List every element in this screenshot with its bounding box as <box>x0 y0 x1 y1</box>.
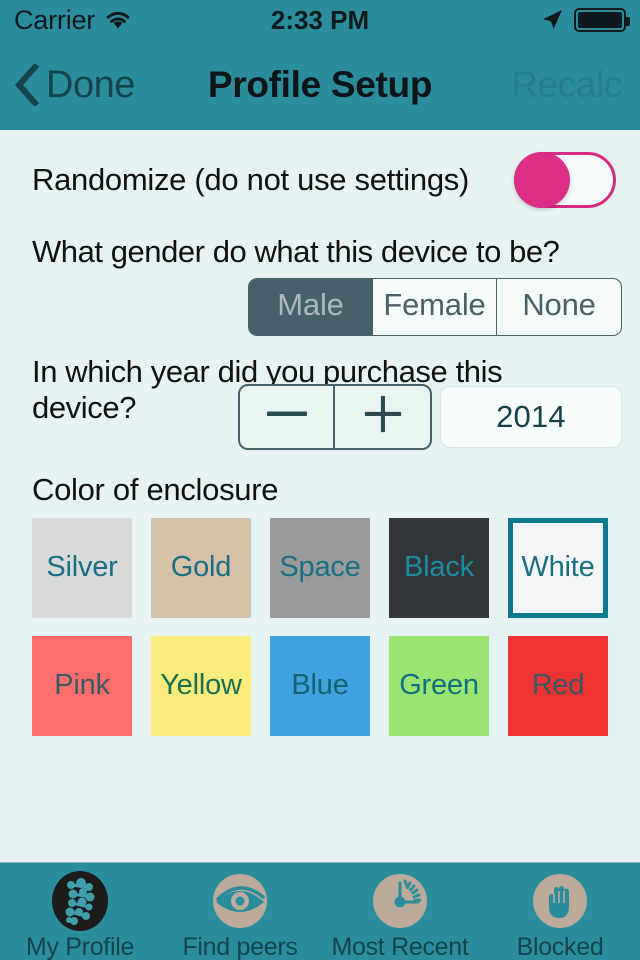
status-bar-left: Carrier <box>14 5 131 36</box>
back-button[interactable]: Done <box>0 62 135 108</box>
tab-label-blocked: Blocked <box>516 933 604 960</box>
randomize-toggle[interactable] <box>514 152 616 208</box>
back-button-label: Done <box>46 63 135 106</box>
hand-stop-icon <box>529 870 591 932</box>
tab-blocked[interactable]: Blocked <box>480 863 640 960</box>
location-arrow-icon <box>540 8 564 32</box>
plus-icon <box>363 394 403 439</box>
year-stepper[interactable] <box>238 383 432 450</box>
color-swatch-silver[interactable]: Silver <box>32 517 132 618</box>
nav-bar: Done Profile Setup Recalc <box>0 40 640 130</box>
dna-helix-icon <box>49 870 111 932</box>
gauge-icon <box>369 870 431 932</box>
chevron-left-icon <box>14 62 40 108</box>
color-swatch-space[interactable]: Space <box>270 517 370 618</box>
color-swatch-pink[interactable]: Pink <box>32 635 132 736</box>
tab-bar: My Profile Find peers Most Recent Blocke… <box>0 862 640 960</box>
eye-icon <box>209 870 271 932</box>
tab-label-find-peers: Find peers <box>182 933 298 960</box>
tab-my-profile[interactable]: My Profile <box>0 863 160 960</box>
gender-segmented-wrap: Male Female None <box>0 270 640 336</box>
toggle-knob <box>514 152 570 208</box>
form-content: Randomize (do not use settings) What gen… <box>0 130 640 862</box>
app-screen: Carrier 2:33 PM Done Profile Setup Recal… <box>0 0 640 960</box>
status-bar-right <box>540 8 630 32</box>
minus-icon <box>265 402 309 431</box>
color-swatch-yellow[interactable]: Yellow <box>151 635 251 736</box>
wifi-icon <box>105 10 131 30</box>
color-swatch-blue[interactable]: Blue <box>270 635 370 736</box>
carrier-label: Carrier <box>14 4 96 35</box>
color-swatch-white[interactable]: White <box>508 517 608 618</box>
tab-label-my-profile: My Profile <box>25 933 135 960</box>
segment-female[interactable]: Female <box>373 279 497 335</box>
color-swatch-grid: Silver Gold Space Black White Pink Yello… <box>0 508 640 736</box>
year-value-field[interactable]: 2014 <box>440 385 622 448</box>
recalc-button[interactable]: Recalc <box>511 64 640 106</box>
color-swatch-black[interactable]: Black <box>389 517 489 618</box>
randomize-row: Randomize (do not use settings) <box>0 130 640 208</box>
battery-full-icon <box>574 8 630 32</box>
segment-male[interactable]: Male <box>249 279 373 335</box>
status-bar: Carrier 2:33 PM <box>0 0 640 40</box>
year-decrement-button[interactable] <box>240 385 335 448</box>
tab-find-peers[interactable]: Find peers <box>160 863 320 960</box>
color-question-label: Color of enclosure <box>32 471 279 507</box>
tab-most-recent[interactable]: Most Recent <box>320 863 480 960</box>
color-swatch-gold[interactable]: Gold <box>151 517 251 618</box>
randomize-label: Randomize (do not use settings) <box>32 162 469 197</box>
year-increment-button[interactable] <box>335 386 430 448</box>
tab-label-most-recent: Most Recent <box>331 933 469 960</box>
gender-question-label: What gender do what this device to be? <box>32 234 560 269</box>
color-swatch-red[interactable]: Red <box>508 635 608 736</box>
gender-segmented-control[interactable]: Male Female None <box>248 278 622 336</box>
segment-none[interactable]: None <box>497 279 621 335</box>
color-swatch-green[interactable]: Green <box>389 635 489 736</box>
